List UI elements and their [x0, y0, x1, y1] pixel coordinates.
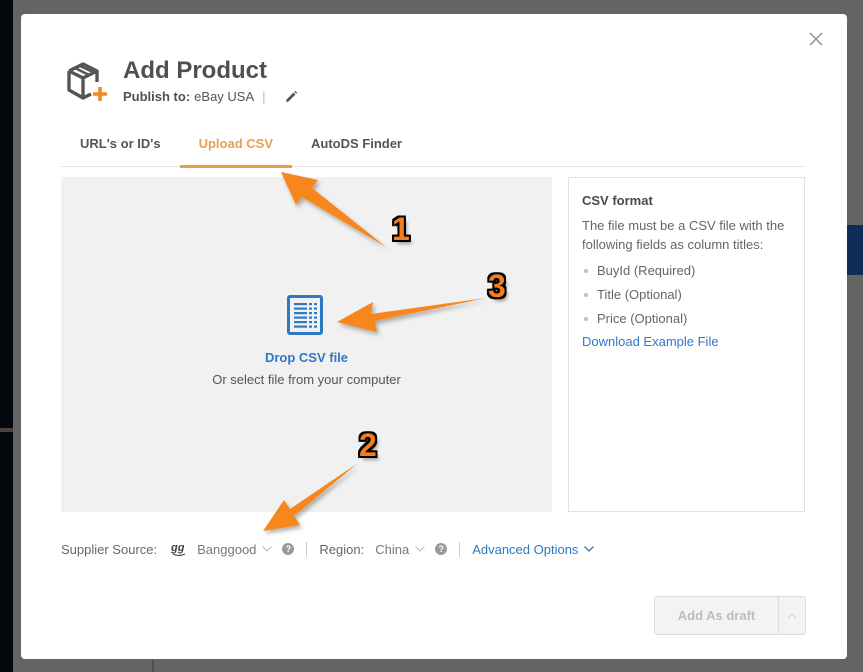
region-select[interactable]: China	[375, 541, 426, 557]
region-label: Region:	[319, 541, 365, 557]
bullet-icon	[584, 317, 588, 321]
annotation-number-2: 2	[359, 427, 377, 463]
publish-value: eBay USA	[194, 89, 255, 104]
bullet-icon	[584, 269, 588, 273]
modal-header: Add Product Publish to: eBay USA |	[65, 56, 298, 104]
backdrop-divider	[152, 660, 154, 672]
add-product-modal: Add Product Publish to: eBay USA | URL's…	[21, 14, 847, 659]
svg-text:gg: gg	[171, 542, 185, 554]
drop-csv-title: Drop CSV file	[264, 350, 349, 365]
chevron-down-icon	[584, 546, 595, 552]
tab-upload-csv[interactable]: Upload CSV	[179, 127, 293, 168]
close-icon	[809, 32, 823, 46]
csv-field-item: Price (Optional)	[582, 307, 791, 331]
select-file-hint: Or select file from your computer	[212, 372, 401, 387]
supplier-source-select[interactable]: gg Banggood	[171, 541, 273, 557]
region-value: China	[375, 541, 410, 557]
csv-dropzone[interactable]: Drop CSV file Or select file from your c…	[61, 177, 552, 512]
backdrop-button	[846, 225, 863, 275]
supplier-help-icon[interactable]: ?	[282, 543, 295, 555]
backdrop-sidebar	[0, 0, 13, 672]
import-options-bar: Supplier Source: gg Banggood ? Region: C…	[61, 539, 595, 559]
supplier-source-label: Supplier Source:	[61, 541, 158, 557]
publish-label: Publish to:	[123, 89, 191, 104]
csv-format-panel: CSV format The file must be a CSV file w…	[568, 177, 805, 512]
csv-field-label: Title (Optional)	[597, 287, 682, 302]
publish-separator: |	[262, 89, 266, 104]
tab-autods-finder[interactable]: AutoDS Finder	[292, 127, 421, 167]
tab-bar: URL's or ID's Upload CSV AutoDS Finder	[61, 127, 805, 168]
advanced-options-label: Advanced Options	[472, 541, 579, 557]
add-as-draft-button[interactable]: Add As draft	[655, 597, 778, 634]
csv-field-list: BuyId (Required) Title (Optional) Price …	[582, 259, 791, 331]
csv-field-item: Title (Optional)	[582, 283, 791, 307]
chevron-down-icon	[415, 546, 426, 552]
bullet-icon	[584, 293, 588, 297]
annotation-number-1: 1	[392, 211, 410, 247]
supplier-source-value: Banggood	[197, 541, 257, 557]
options-divider	[306, 541, 308, 557]
modal-title: Add Product	[123, 57, 267, 84]
add-draft-button-group: Add As draft	[654, 596, 806, 635]
download-example-link[interactable]: Download Example File	[582, 334, 791, 349]
tab-urls-or-ids[interactable]: URL's or ID's	[61, 127, 180, 167]
csv-format-title: CSV format	[582, 193, 653, 208]
publish-target: Publish to: eBay USA |	[123, 89, 298, 104]
add-options-dropdown-button[interactable]	[778, 597, 805, 634]
backdrop-divider	[0, 428, 13, 432]
chevron-up-icon	[787, 612, 797, 619]
csv-field-item: BuyId (Required)	[582, 259, 791, 283]
advanced-options-toggle[interactable]: Advanced Options	[472, 541, 595, 557]
csv-field-label: BuyId (Required)	[597, 263, 696, 278]
csv-file-icon	[287, 295, 323, 335]
close-button[interactable]	[809, 32, 825, 48]
csv-format-description: The file must be a CSV file with the fol…	[582, 218, 785, 252]
chevron-down-icon	[262, 546, 273, 552]
edit-pencil-icon[interactable]	[284, 90, 298, 104]
annotation-number-3: 3	[488, 268, 506, 304]
options-divider	[459, 541, 461, 557]
banggood-logo-icon: gg	[171, 542, 186, 557]
region-help-icon[interactable]: ?	[435, 543, 448, 555]
add-product-box-icon	[67, 62, 107, 101]
csv-field-label: Price (Optional)	[597, 311, 688, 326]
